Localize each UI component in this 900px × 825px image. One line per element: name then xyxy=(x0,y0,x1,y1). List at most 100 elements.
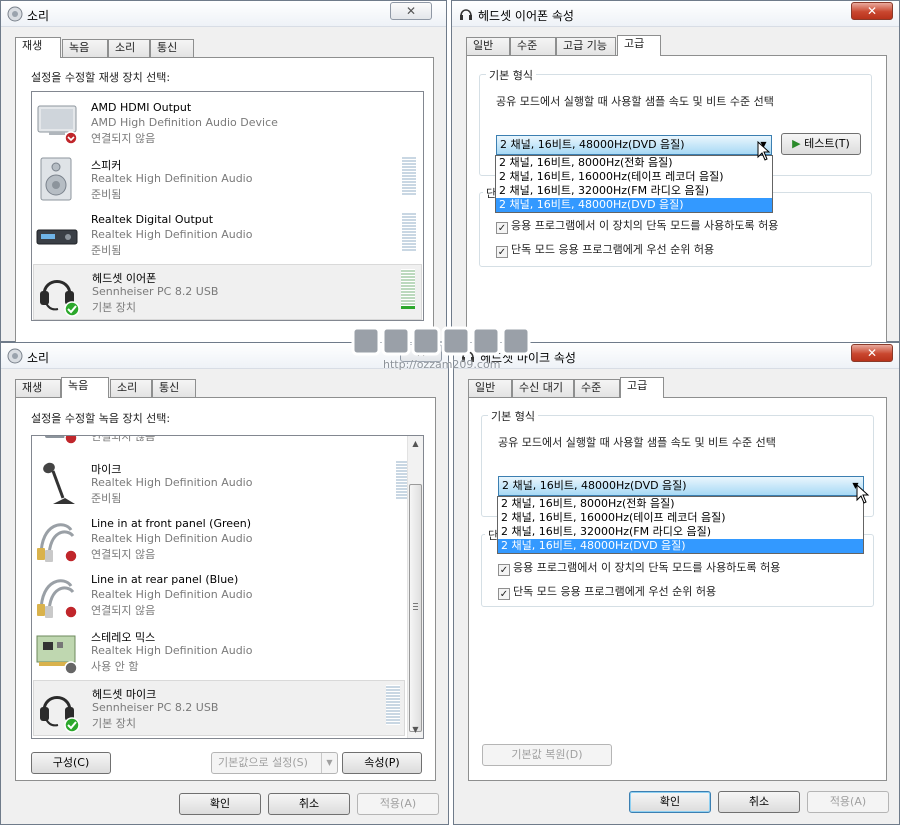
scroll-thumb[interactable] xyxy=(409,484,422,732)
dropdown-option-selected[interactable]: 2 채널, 16비트, 48000Hz(DVD 음질) xyxy=(496,198,772,212)
instruction-label: 설정을 수정할 재생 장치 선택: xyxy=(31,71,171,84)
dropdown-option[interactable]: 2 채널, 16비트, 32000Hz(FM 라디오 음질) xyxy=(496,184,772,198)
tab-enhancements[interactable]: 고급 기능 xyxy=(556,37,616,55)
list-item[interactable]: 스테레오 믹스 Realtek High Definition Audio 사용… xyxy=(33,624,422,680)
tab-sounds[interactable]: 소리 xyxy=(110,379,152,397)
playback-device-list[interactable]: AMD HDMI Output AMD High Definition Audi… xyxy=(31,91,424,321)
format-select[interactable]: 2 채널, 16비트, 48000Hz(DVD 음질) ▼ xyxy=(496,135,772,155)
ok-button[interactable]: 확인 xyxy=(629,791,711,813)
speaker-app-icon xyxy=(7,6,23,22)
close-button[interactable]: ✕ xyxy=(851,2,893,20)
dropdown-option[interactable]: 2 채널, 16비트, 32000Hz(FM 라디오 음질) xyxy=(498,525,863,539)
checkmark-icon: ✓ xyxy=(496,246,508,258)
sound-recording-window: 소리 ✕ 재생 녹음 소리 통신 설정을 수정할 녹음 장치 선택: 연결되지 … xyxy=(0,342,449,825)
device-name: 마이크 xyxy=(91,463,122,476)
scroll-up-icon[interactable]: ▲ xyxy=(408,436,423,452)
digital-output-icon xyxy=(36,229,78,245)
title-bar[interactable]: 소리 ✕ xyxy=(1,1,446,27)
exclusive-priority-checkbox[interactable]: ✓ 단독 모드 응용 프로그램에게 우선 순위 허용 xyxy=(496,241,714,258)
tab-sounds[interactable]: 소리 xyxy=(108,39,150,57)
window-title: 소리 xyxy=(27,9,50,23)
play-icon: ▶ xyxy=(792,137,801,150)
format-select[interactable]: 2 채널, 16비트, 48000Hz(DVD 음질) ▼ xyxy=(498,476,864,496)
watermark-logo: http://ozzam209.com xyxy=(345,322,545,382)
device-status: 기본 장치 xyxy=(92,717,136,730)
tab-panel: 설정을 수정할 재생 장치 선택: AMD HDMI Output AMD Hi… xyxy=(15,57,434,347)
tab-communications[interactable]: 통신 xyxy=(150,39,194,57)
list-item-partial[interactable]: 연결되지 않음 xyxy=(33,435,422,450)
instruction-label: 설정을 수정할 녹음 장치 선택: xyxy=(31,412,171,425)
apply-button[interactable]: 적용(A) xyxy=(357,793,439,815)
tab-recording[interactable]: 녹음 xyxy=(62,39,108,57)
headphone-properties-window: 헤드셋 이어폰 속성 ✕ 일반 수준 고급 기능 고급 기본 형식 공유 모드에… xyxy=(451,0,900,347)
dropdown-option[interactable]: 2 채널, 16비트, 8000Hz(전화 음질) xyxy=(496,156,772,170)
device-status: 연결되지 않음 xyxy=(91,132,156,145)
list-item[interactable]: Realtek Digital Output Realtek High Defi… xyxy=(33,208,422,264)
ok-button[interactable]: 확인 xyxy=(179,793,261,815)
checkmark-icon: ✓ xyxy=(498,588,510,600)
title-bar[interactable]: 헤드셋 이어폰 속성 ✕ xyxy=(452,1,899,27)
tab-playback[interactable]: 재생 xyxy=(15,379,61,397)
apply-button[interactable]: 적용(A) xyxy=(807,791,889,813)
list-item-selected[interactable]: 헤드셋 마이크 Sennheiser PC 8.2 USB 기본 장치 xyxy=(33,680,405,736)
list-item[interactable]: AMD HDMI Output AMD High Definition Audi… xyxy=(33,96,422,152)
close-button[interactable]: ✕ xyxy=(390,2,432,20)
device-status: 사용 안 함 xyxy=(91,660,139,673)
device-status: 연결되지 않음 xyxy=(91,435,156,443)
tab-playback[interactable]: 재생 xyxy=(15,37,61,58)
set-default-button[interactable]: 기본값으로 설정(S) ▼ xyxy=(211,752,338,774)
headset-icon xyxy=(40,280,80,317)
mouse-cursor-icon xyxy=(757,141,771,161)
list-item[interactable]: Line in at front panel (Green) Realtek H… xyxy=(33,512,422,568)
exclusive-priority-checkbox[interactable]: ✓ 단독 모드 응용 프로그램에게 우선 순위 허용 xyxy=(498,583,716,600)
device-description: AMD High Definition Audio Device xyxy=(91,116,278,129)
close-button[interactable]: ✕ xyxy=(851,344,893,362)
speaker-app-icon xyxy=(7,348,23,364)
tab-general[interactable]: 일반 xyxy=(466,37,510,55)
properties-button[interactable]: 속성(P) xyxy=(342,752,422,774)
tab-recording[interactable]: 녹음 xyxy=(61,377,109,398)
configure-button[interactable]: 구성(C) xyxy=(31,752,111,774)
dropdown-option-selected[interactable]: 2 채널, 16비트, 48000Hz(DVD 음질) xyxy=(498,539,863,553)
dropdown-option[interactable]: 2 채널, 16비트, 8000Hz(전화 음질) xyxy=(498,497,863,511)
list-item-selected[interactable]: 헤드셋 이어폰 Sennheiser PC 8.2 USB 기본 장치 xyxy=(33,264,422,320)
close-icon: ✕ xyxy=(866,346,878,360)
list-item[interactable]: 스피커 Realtek High Definition Audio 준비됨 xyxy=(33,152,422,208)
device-description: Sennheiser PC 8.2 USB xyxy=(92,285,219,298)
microphone-icon xyxy=(45,436,78,445)
speaker-icon xyxy=(40,157,72,201)
allow-exclusive-checkbox[interactable]: ✓ 응용 프로그램에서 이 장치의 단독 모드를 사용하도록 허용 xyxy=(498,559,780,576)
window-title: 헤드셋 이어폰 속성 xyxy=(478,9,574,23)
monitor-icon xyxy=(37,105,78,145)
restore-default-button[interactable]: 기본값 복원(D) xyxy=(482,744,612,766)
test-button[interactable]: ▶ 테스트(T) xyxy=(781,133,861,155)
microphone-icon xyxy=(43,462,75,504)
dropdown-option[interactable]: 2 채널, 16비트, 16000Hz(테이프 레코더 음질) xyxy=(496,170,772,184)
audio-cable-icon xyxy=(37,523,78,563)
device-name: 헤드셋 이어폰 xyxy=(92,272,157,285)
device-name: 스피커 xyxy=(91,159,122,172)
tab-levels[interactable]: 수준 xyxy=(510,37,556,55)
tab-advanced[interactable]: 고급 xyxy=(617,35,661,56)
format-dropdown-list: 2 채널, 16비트, 8000Hz(전화 음질) 2 채널, 16비트, 16… xyxy=(497,496,864,554)
list-item[interactable]: Line in at rear panel (Blue) Realtek Hig… xyxy=(33,568,422,624)
tab-advanced[interactable]: 고급 xyxy=(620,377,664,398)
level-meter xyxy=(402,212,416,252)
format-description: 공유 모드에서 실행할 때 사용할 샘플 속도 및 비트 수준 선택 xyxy=(496,95,774,108)
allow-exclusive-checkbox[interactable]: ✓ 응용 프로그램에서 이 장치의 단독 모드를 사용하도록 허용 xyxy=(496,217,778,234)
cancel-button[interactable]: 취소 xyxy=(268,793,350,815)
headset-icon xyxy=(460,9,472,20)
tab-levels[interactable]: 수준 xyxy=(574,379,620,397)
recording-device-list[interactable]: 연결되지 않음 마이크 Realtek High Definition Audi… xyxy=(31,435,424,739)
checkmark-icon: ✓ xyxy=(496,222,508,234)
close-icon: ✕ xyxy=(866,4,878,18)
dropdown-option[interactable]: 2 채널, 16비트, 16000Hz(테이프 레코더 음질) xyxy=(498,511,863,525)
cancel-button[interactable]: 취소 xyxy=(718,791,800,813)
chevron-down-icon[interactable]: ▼ xyxy=(321,753,337,773)
tab-communications[interactable]: 통신 xyxy=(152,379,196,397)
format-dropdown-list: 2 채널, 16비트, 8000Hz(전화 음질) 2 채널, 16비트, 16… xyxy=(495,155,773,213)
vertical-scrollbar[interactable]: ▲ ▼ xyxy=(407,436,423,738)
device-status: 준비됨 xyxy=(91,244,122,257)
scroll-down-icon[interactable]: ▼ xyxy=(408,722,423,738)
list-item[interactable]: 마이크 Realtek High Definition Audio 준비됨 xyxy=(33,456,422,512)
